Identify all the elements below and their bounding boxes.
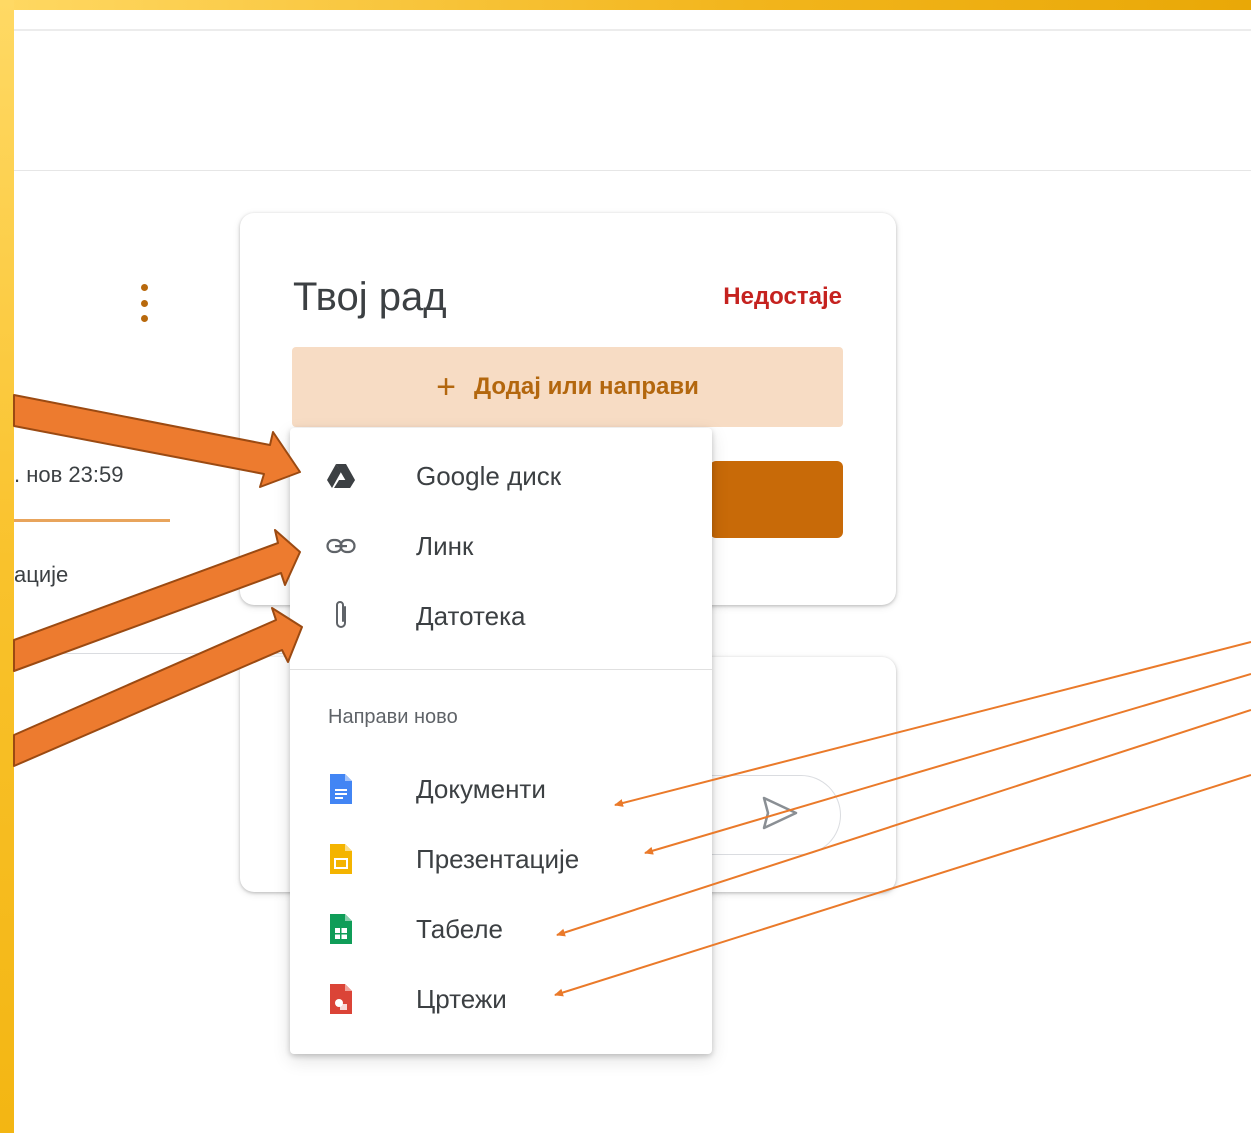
add-or-create-menu: Google диск Линк Датотека Направи ново Д… xyxy=(290,428,712,1054)
menu-item-label: Презентације xyxy=(416,843,580,874)
paperclip-icon xyxy=(326,601,356,631)
google-docs-icon xyxy=(326,774,356,804)
mark-as-done-button[interactable] xyxy=(710,461,843,538)
link-icon xyxy=(326,531,356,561)
topbar-divider xyxy=(14,29,1251,31)
plus-icon: + xyxy=(436,368,456,406)
menu-item-label: Google диск xyxy=(416,460,562,491)
left-panel-divider xyxy=(14,653,289,654)
google-drive-icon xyxy=(326,461,356,491)
your-work-title: Твој рад xyxy=(293,275,447,319)
google-drawings-icon xyxy=(326,984,356,1014)
menu-item-label: Табеле xyxy=(416,913,504,944)
menu-item-slides[interactable]: Презентације xyxy=(290,828,712,890)
menu-item-google-drive[interactable]: Google диск xyxy=(290,445,712,507)
menu-item-docs[interactable]: Документи xyxy=(290,758,712,820)
send-icon[interactable] xyxy=(756,790,802,836)
menu-item-label: Цртежи xyxy=(416,983,507,1014)
more-options-icon[interactable] xyxy=(137,284,151,322)
attachment-title-partial[interactable]: ације xyxy=(14,562,68,588)
due-date-underline xyxy=(14,519,170,522)
menu-section-title: Направи ново xyxy=(328,706,458,728)
menu-divider xyxy=(290,669,712,670)
menu-item-label: Датотека xyxy=(416,600,526,631)
menu-item-label: Линк xyxy=(416,530,474,561)
google-slides-icon xyxy=(326,844,356,874)
menu-item-file[interactable]: Датотека xyxy=(290,585,712,647)
menu-item-drawings[interactable]: Цртежи xyxy=(290,968,712,1030)
menu-item-label: Документи xyxy=(416,773,546,804)
menu-item-sheets[interactable]: Табеле xyxy=(290,898,712,960)
google-sheets-icon xyxy=(326,914,356,944)
add-or-create-button[interactable]: + Додај или направи xyxy=(292,347,843,427)
menu-item-link[interactable]: Линк xyxy=(290,515,712,577)
add-or-create-label: Додај или направи xyxy=(473,373,699,400)
due-date-text: . нов 23:59 xyxy=(14,462,124,487)
header-divider xyxy=(14,170,1251,171)
status-badge: Недостаје xyxy=(723,283,842,310)
slide-frame-top xyxy=(0,0,1251,10)
slide-frame-left xyxy=(0,0,14,1133)
